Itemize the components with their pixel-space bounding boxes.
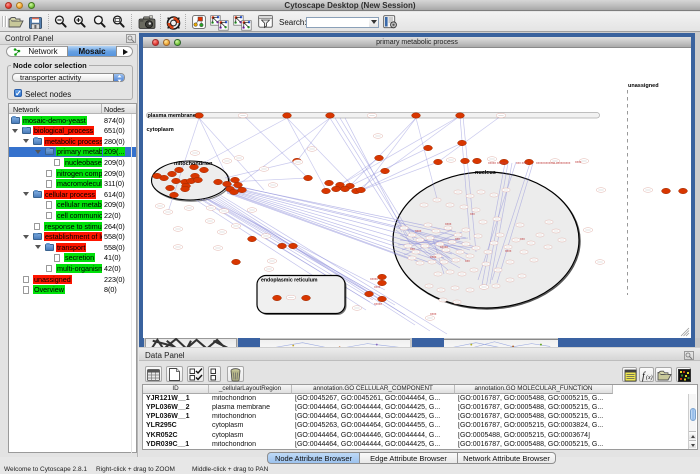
svg-text:xxx: xxx — [520, 237, 525, 241]
svg-text:xxx: xxx — [470, 212, 475, 216]
svg-text:xxxx: xxxx — [374, 285, 381, 289]
svg-text:xxxx: xxxx — [430, 312, 437, 316]
svg-text:(x): (x) — [646, 374, 653, 381]
svg-text:xxxxx: xxxxx — [370, 277, 378, 281]
svg-text:xxxx: xxxx — [575, 160, 582, 164]
svg-text:mitochondrion: mitochondrion — [174, 161, 213, 167]
svg-text:endoplasmic reticulum: endoplasmic reticulum — [261, 278, 318, 284]
svg-text:xxxxx: xxxxx — [440, 245, 448, 249]
svg-text:xxx: xxx — [465, 259, 470, 263]
svg-text:xxxxx xxxxxx: xxxxx xxxxxx — [488, 161, 507, 165]
svg-text:cytoplasm: cytoplasm — [147, 127, 174, 133]
svg-text:xxx: xxx — [455, 237, 460, 241]
svg-text:xxxx: xxxx — [505, 249, 512, 253]
svg-text:xxx: xxx — [410, 247, 415, 251]
svg-text:nucleus: nucleus — [475, 170, 496, 176]
svg-text:xxxx: xxxx — [430, 255, 437, 259]
svg-text:xxxx: xxxx — [445, 222, 452, 226]
svg-text:xxxx: xxxx — [415, 229, 422, 233]
svg-text:plasma membrane: plasma membrane — [148, 113, 196, 119]
svg-text:xxx xxxx: xxx xxxx — [516, 161, 528, 165]
svg-text:unassigned: unassigned — [628, 83, 659, 89]
svg-text:xxxxxxxxxxxx xxxxxxxxx: xxxxxxxxxxxx xxxxxxxxx — [536, 161, 571, 165]
svg-text:xxxxx: xxxxx — [374, 302, 382, 306]
